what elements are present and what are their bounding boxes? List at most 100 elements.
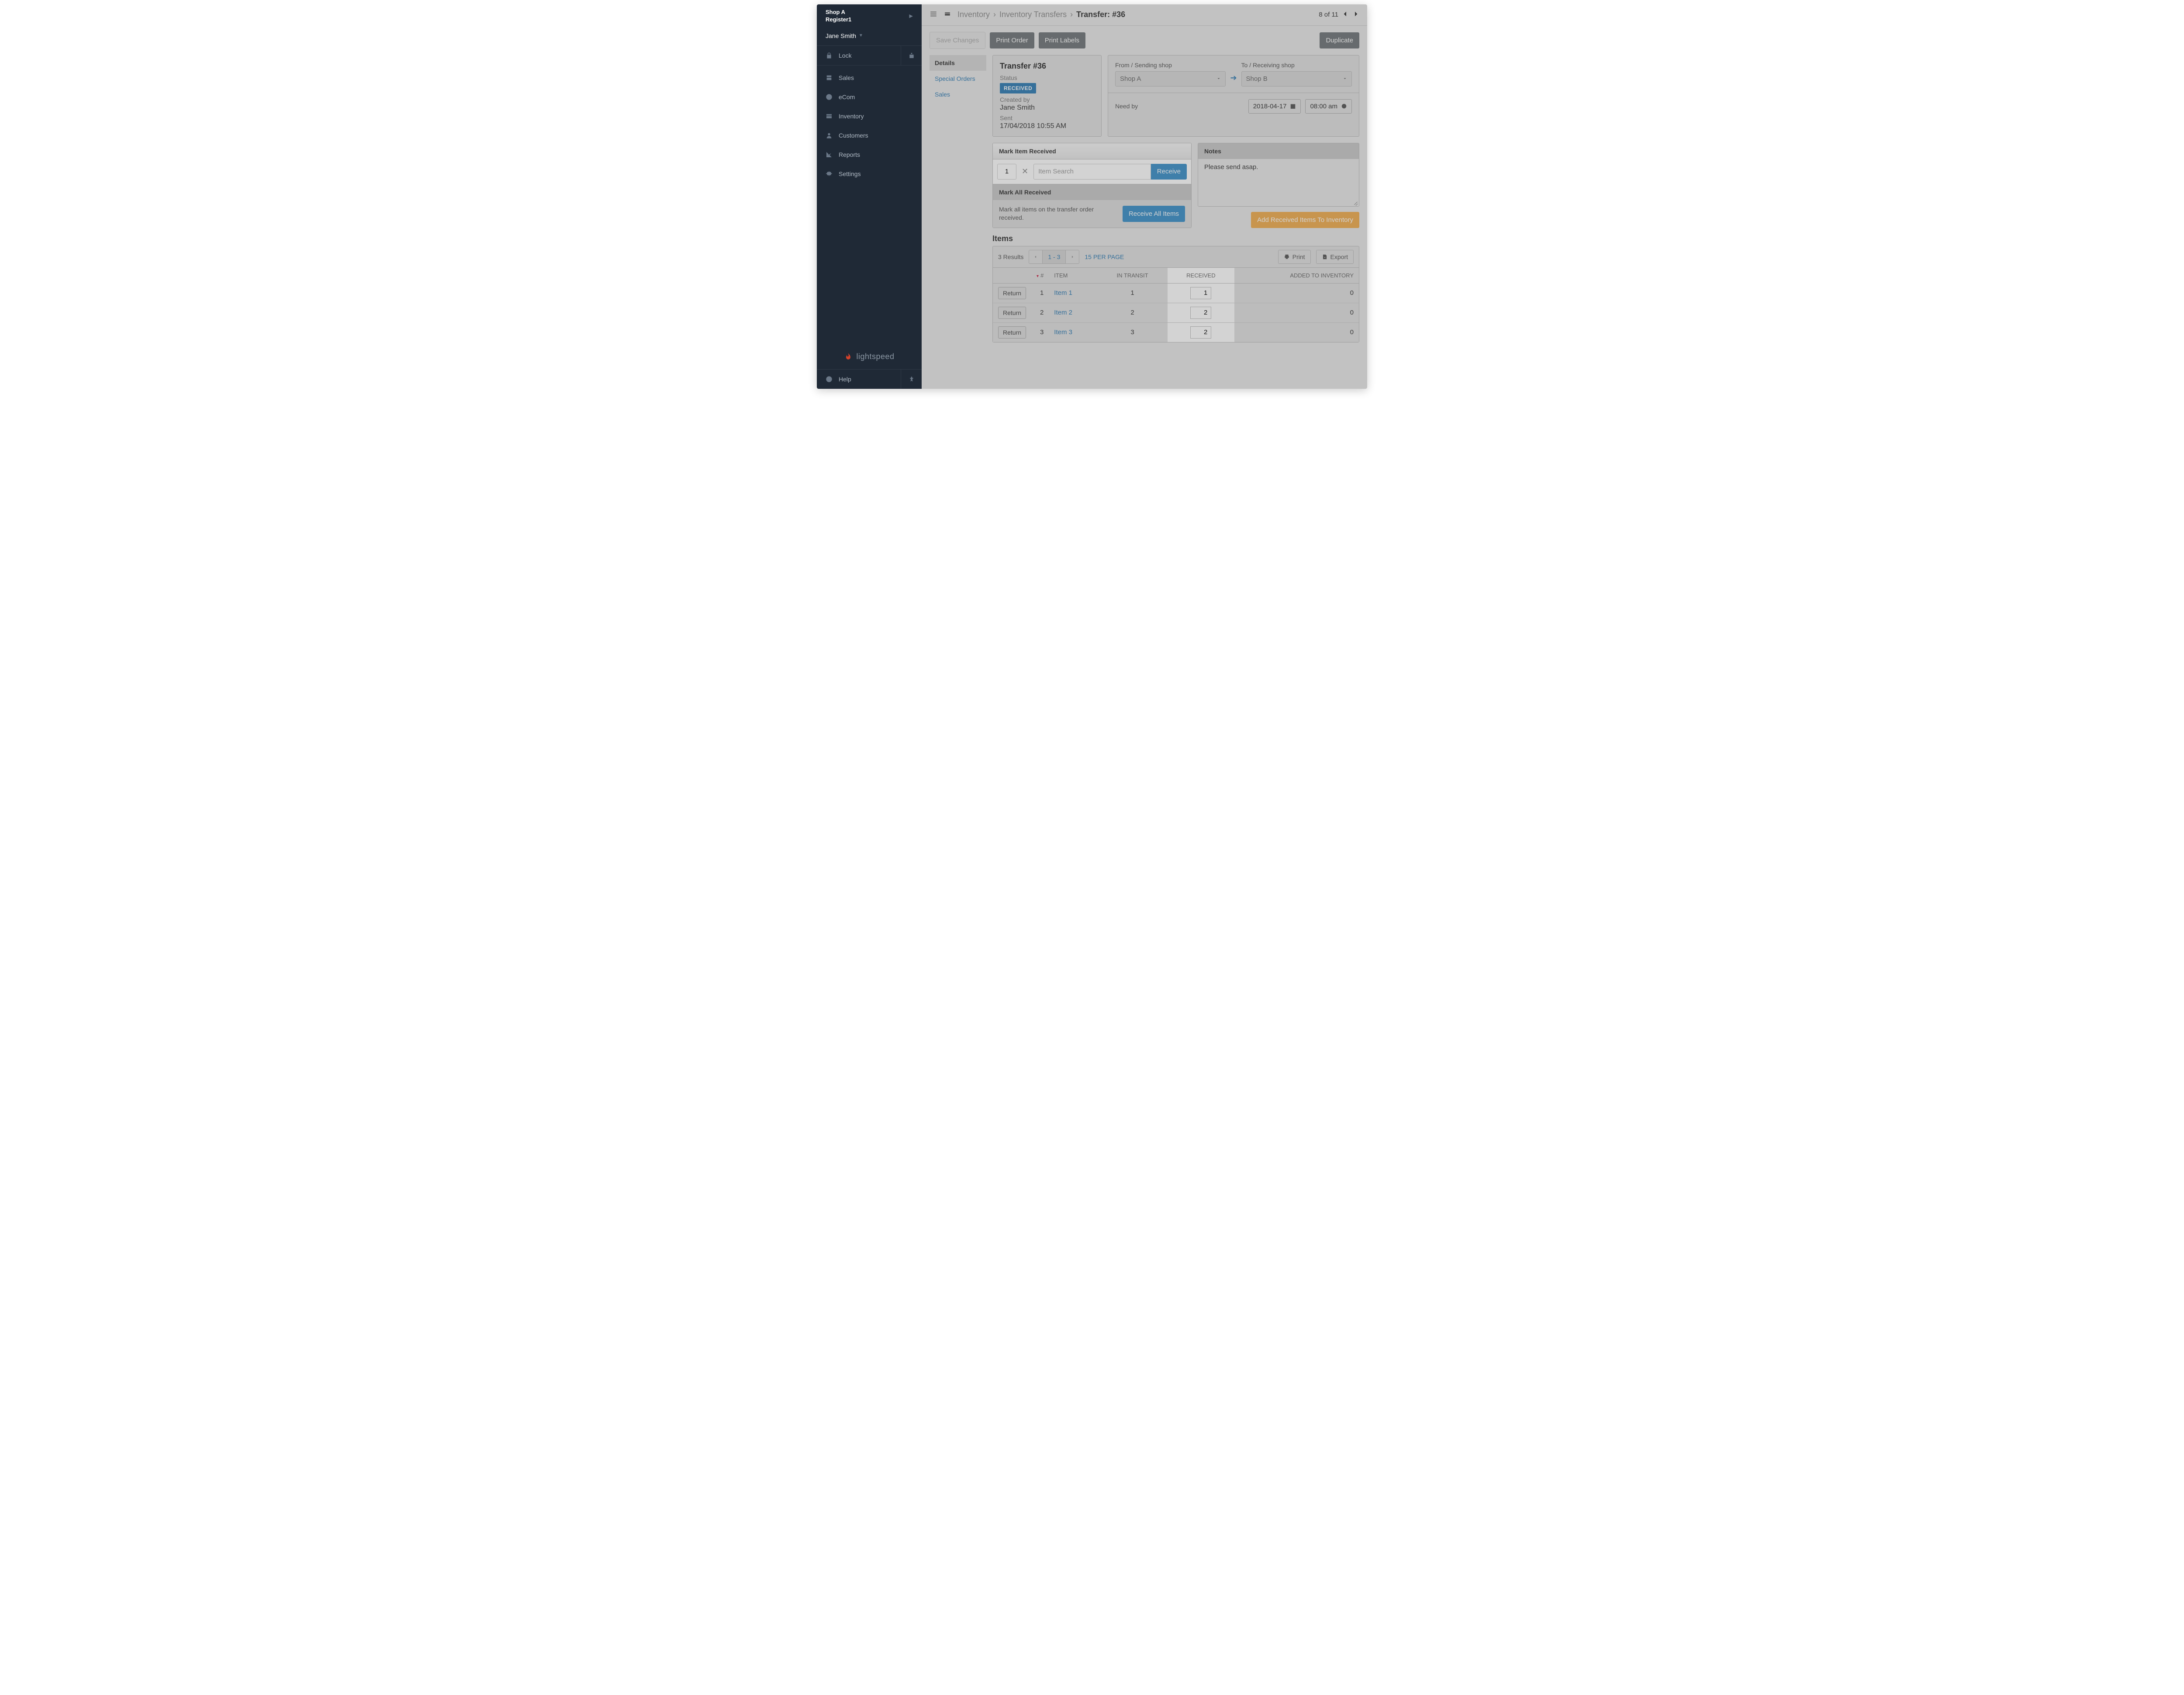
drawer-icon [943,11,951,18]
print-items-button[interactable]: Print [1278,250,1311,264]
chevron-down-icon: ▼ [859,33,863,38]
mark-all-text: Mark all items on the transfer order rec… [999,205,1116,222]
return-button[interactable]: Return [998,307,1026,319]
subnav-special-orders[interactable]: Special Orders [930,71,986,86]
item-link[interactable]: Item 1 [1054,289,1072,297]
notes-panel: Notes Please send asap. [1198,143,1359,207]
register-icon [826,74,833,81]
logout-button[interactable] [901,46,922,65]
page-prev[interactable] [1029,250,1042,263]
menu-button[interactable] [930,10,937,19]
col-received[interactable]: RECEIVED [1168,268,1234,284]
needby-time-input[interactable]: 08:00 am [1305,99,1352,114]
col-added[interactable]: ADDED TO INVENTORY [1234,268,1359,284]
chevron-right-icon: ▶ [909,13,913,19]
added-value: 0 [1234,322,1359,342]
nav-label: Inventory [839,113,864,120]
save-button[interactable]: Save Changes [930,32,985,49]
nav-label: Customers [839,132,868,139]
add-to-inventory-button[interactable]: Add Received Items To Inventory [1251,212,1359,228]
nav-label: Settings [839,170,861,177]
receive-qty-input[interactable] [997,164,1016,180]
status-badge: RECEIVED [1000,83,1036,93]
crumb-current: Transfer: #36 [1076,10,1125,19]
subnav-details[interactable]: Details [930,55,986,71]
export-label: Export [1330,253,1348,260]
actionbar: Save Changes Print Order Print Labels Du… [922,26,1367,55]
table-row: Return3Item 330 [993,322,1359,342]
received-input[interactable] [1190,326,1211,339]
pager-next[interactable] [1352,10,1359,19]
col-item[interactable]: ITEM [1049,268,1097,284]
return-button[interactable]: Return [998,287,1026,299]
help-button[interactable]: Help [817,370,901,389]
breadcrumb: Inventory › Inventory Transfers › Transf… [957,10,1313,19]
lock-button[interactable]: Lock [817,46,901,65]
sidebar-item-reports[interactable]: Reports [817,145,922,164]
chevron-right-icon: › [1070,10,1073,19]
items-heading: Items [992,234,1359,243]
notes-textarea[interactable]: Please send asap. [1198,159,1359,206]
lock-icon [826,52,833,59]
export-items-button[interactable]: Export [1316,250,1354,264]
sidebar-item-ecom[interactable]: eCom [817,87,922,107]
per-page-select[interactable]: 15 PER PAGE [1085,253,1124,260]
chevron-left-icon [1342,10,1349,17]
row-num: 1 [1031,283,1049,303]
crumb-transfers[interactable]: Inventory Transfers [999,10,1067,19]
to-shop-select[interactable]: Shop B [1241,71,1352,86]
logout-icon [908,52,915,59]
from-shop-select[interactable]: Shop A [1115,71,1226,86]
nav-label: Sales [839,74,854,81]
chevron-right-icon: › [993,10,996,19]
return-button[interactable]: Return [998,326,1026,339]
user-menu[interactable]: Jane Smith ▼ [817,28,922,45]
received-input[interactable] [1190,307,1211,319]
chevron-right-icon [1352,10,1359,17]
item-link[interactable]: Item 2 [1054,309,1072,316]
items-table: ▾# ITEM IN TRANSIT RECEIVED ADDED TO INV… [993,268,1359,342]
sidebar-item-settings[interactable]: Settings [817,164,922,183]
received-input[interactable] [1190,287,1211,299]
resize-handle-icon[interactable] [1353,200,1358,205]
globe-icon [826,93,833,100]
pin-button[interactable] [901,370,922,389]
nav-label: Reports [839,151,860,158]
notes-text: Please send asap. [1204,163,1258,171]
col-num[interactable]: ▾# [1031,268,1049,284]
shop-name: Shop A [826,9,851,16]
receive-button[interactable]: Receive [1151,164,1187,180]
sidebar-item-sales[interactable]: Sales [817,68,922,87]
chevron-down-icon [1216,76,1221,81]
pager-prev[interactable] [1342,10,1349,19]
print-order-button[interactable]: Print Order [990,32,1034,48]
item-link[interactable]: Item 3 [1054,329,1072,336]
col-in-transit[interactable]: IN TRANSIT [1097,268,1168,284]
pagination: 1 - 3 [1029,250,1079,264]
chevron-right-icon [1071,255,1074,259]
page-next[interactable] [1066,250,1079,263]
calendar-icon [1290,103,1296,109]
clock-icon [1341,103,1347,109]
from-label: From / Sending shop [1115,62,1226,69]
sidebar-item-inventory[interactable]: Inventory [817,107,922,126]
help-icon [826,376,833,383]
needby-date-input[interactable]: 2018-04-17 [1248,99,1301,114]
topbar: Inventory › Inventory Transfers › Transf… [922,4,1367,26]
item-search-input[interactable] [1033,164,1151,180]
to-label: To / Receiving shop [1241,62,1352,69]
row-num: 3 [1031,322,1049,342]
receive-all-button[interactable]: Receive All Items [1123,206,1185,222]
mark-received-heading: Mark Item Received [993,143,1191,159]
chevron-left-icon [1034,255,1037,259]
brand-text: lightspeed [856,352,894,361]
shop-selector[interactable]: Shop A Register1 ▶ [817,4,922,28]
subnav-sales[interactable]: Sales [930,86,986,102]
print-labels-button[interactable]: Print Labels [1039,32,1085,48]
crumb-inventory[interactable]: Inventory [957,10,990,19]
needby-date-value: 2018-04-17 [1253,103,1287,110]
status-label: Status [1000,74,1094,81]
page-range: 1 - 3 [1042,250,1066,263]
duplicate-button[interactable]: Duplicate [1320,32,1359,48]
sidebar-item-customers[interactable]: Customers [817,126,922,145]
